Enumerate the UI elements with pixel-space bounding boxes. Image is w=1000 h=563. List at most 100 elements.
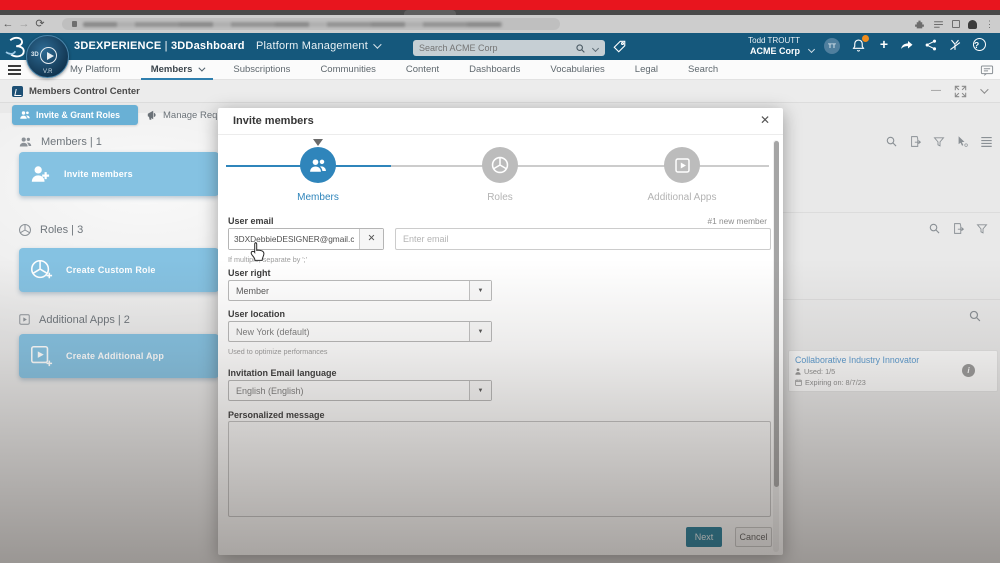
tab-members[interactable]: Members xyxy=(140,60,214,80)
user-menu[interactable]: Todd TROUTT ACME Corp xyxy=(748,36,800,56)
3dcompass-icon[interactable]: 3D V.R xyxy=(26,35,69,78)
export-icon[interactable] xyxy=(952,222,965,235)
widget-header: Members Control Center — xyxy=(0,80,1000,103)
next-button[interactable]: Next xyxy=(686,527,722,547)
compass-vr-label: V.R xyxy=(43,69,53,75)
maximize-icon[interactable] xyxy=(954,85,967,98)
step-members[interactable] xyxy=(300,147,336,183)
side-panel-icon[interactable] xyxy=(952,20,960,28)
browser-back-icon[interactable]: ← xyxy=(0,15,16,33)
search-input[interactable] xyxy=(413,43,575,53)
dropdown-arrow-icon[interactable]: ▼ xyxy=(469,322,491,341)
info-icon[interactable]: i xyxy=(962,364,975,377)
share-nodes-icon[interactable] xyxy=(924,38,938,52)
browser-refresh-icon[interactable]: ⟳ xyxy=(32,15,48,33)
browser-menu-icon[interactable]: ⋮ xyxy=(985,15,994,33)
collapse-chevron-icon[interactable] xyxy=(980,85,989,94)
license-title-link[interactable]: Collaborative Industry Innovator xyxy=(795,355,991,365)
roles-icon xyxy=(19,224,31,236)
select-cursor-icon[interactable] xyxy=(956,135,969,148)
mouse-cursor-hand xyxy=(250,242,265,261)
location-helper-text: Used to optimize performances xyxy=(228,347,328,356)
modal-scrollbar-track[interactable] xyxy=(773,140,779,552)
dialog-title: Invite members xyxy=(233,115,314,127)
app-header: 3D V.R 3DEXPERIENCE | 3DDashboard Platfo… xyxy=(0,33,1000,78)
email-language-select[interactable]: English (English) ▼ xyxy=(228,380,492,401)
invite-members-card[interactable]: Invite members xyxy=(19,152,219,196)
divider xyxy=(218,134,783,135)
user-count-icon xyxy=(795,368,801,375)
personalized-message-textarea[interactable] xyxy=(228,421,771,517)
filter-icon[interactable] xyxy=(933,136,945,148)
brand-title: 3DEXPERIENCE | 3DDashboard Platform Mana… xyxy=(74,40,382,52)
roles-step-icon xyxy=(491,156,509,174)
blurred-url xyxy=(83,21,503,27)
help-icon[interactable]: ? xyxy=(973,38,986,51)
tab-dashboards[interactable]: Dashboards xyxy=(467,60,522,80)
minimize-icon[interactable]: — xyxy=(931,84,941,98)
modal-scrollbar-thumb[interactable] xyxy=(773,141,779,487)
license-card: Collaborative Industry Innovator Used: 1… xyxy=(788,350,998,392)
tab-search[interactable]: Search xyxy=(686,60,720,80)
cancel-button[interactable]: Cancel xyxy=(735,527,772,547)
tag-icon[interactable] xyxy=(612,39,627,54)
create-custom-role-card[interactable]: Create Custom Role xyxy=(19,248,219,292)
step-additional-apps-label: Additional Apps xyxy=(647,192,717,203)
list-density-icon[interactable] xyxy=(980,136,993,147)
search-icon[interactable] xyxy=(885,135,898,148)
email-chip-value[interactable] xyxy=(229,229,359,249)
additional-apps-section-header: Additional Apps | 2 xyxy=(18,313,130,326)
3dswym-icon[interactable] xyxy=(948,38,962,52)
email-language-value: English (English) xyxy=(236,385,304,396)
enter-email-input[interactable] xyxy=(395,228,771,250)
tab-vocabularies[interactable]: Vocabularies xyxy=(548,60,606,80)
invite-grant-roles-button[interactable]: Invite & Grant Roles xyxy=(12,105,138,125)
chevron-down-icon xyxy=(198,64,206,72)
user-right-value: Member xyxy=(236,285,270,296)
export-icon[interactable] xyxy=(909,135,922,148)
notification-badge xyxy=(862,35,869,42)
calendar-icon xyxy=(795,379,802,386)
browser-address-bar[interactable] xyxy=(62,18,560,30)
filter-icon[interactable] xyxy=(976,223,988,235)
browser-profile-icon[interactable] xyxy=(968,19,977,29)
tab-content[interactable]: Content xyxy=(404,60,441,80)
create-app-icon xyxy=(30,345,53,367)
dropdown-arrow-icon[interactable]: ▼ xyxy=(469,381,491,400)
close-icon[interactable]: ✕ xyxy=(757,113,773,127)
user-location-select[interactable]: New York (default) ▼ xyxy=(228,321,492,342)
browser-forward-icon[interactable]: → xyxy=(16,15,32,33)
step-additional-apps[interactable] xyxy=(664,147,700,183)
user-right-select[interactable]: Member ▼ xyxy=(228,280,492,301)
dropdown-arrow-icon[interactable]: ▼ xyxy=(469,281,491,300)
chevron-down-icon[interactable] xyxy=(373,40,382,49)
brand-3ddashboard: 3DDashboard xyxy=(170,40,245,52)
tab-subscriptions[interactable]: Subscriptions xyxy=(231,60,292,80)
screen: ← → ⟳ ⋮ 3D V.R 3DEXPERIENCE | 3DDashboar… xyxy=(0,0,1000,563)
personalized-message-label: Personalized message xyxy=(228,410,325,420)
add-content-icon[interactable]: + xyxy=(880,36,888,52)
brand-context[interactable]: Platform Management xyxy=(256,40,368,52)
search-icon[interactable] xyxy=(575,43,586,54)
new-member-counter: #1 new member xyxy=(707,216,768,226)
comments-icon[interactable] xyxy=(980,64,994,77)
extension-icon[interactable] xyxy=(914,19,925,30)
search-scope-chevron-icon[interactable] xyxy=(591,44,600,52)
hamburger-menu-icon[interactable] xyxy=(8,65,21,75)
remove-email-icon[interactable]: ✕ xyxy=(359,229,383,249)
search-icon[interactable] xyxy=(928,222,941,235)
notifications-bell-icon[interactable] xyxy=(851,35,869,53)
avatar[interactable]: TT xyxy=(824,38,840,54)
step-roles[interactable] xyxy=(482,147,518,183)
search-icon[interactable] xyxy=(968,309,982,323)
tab-communities[interactable]: Communities xyxy=(318,60,377,80)
tab-my-platform[interactable]: My Platform xyxy=(68,60,123,80)
user-menu-chevron-icon[interactable] xyxy=(807,45,816,54)
create-additional-app-card[interactable]: Create Additional App xyxy=(19,334,219,378)
tab-legal[interactable]: Legal xyxy=(633,60,660,80)
members-section-header: Members | 1 xyxy=(18,136,102,148)
share-forward-icon[interactable] xyxy=(899,38,914,53)
lock-icon xyxy=(72,21,77,27)
reading-list-icon[interactable] xyxy=(933,20,944,29)
members-control-center-app-icon xyxy=(12,86,23,97)
